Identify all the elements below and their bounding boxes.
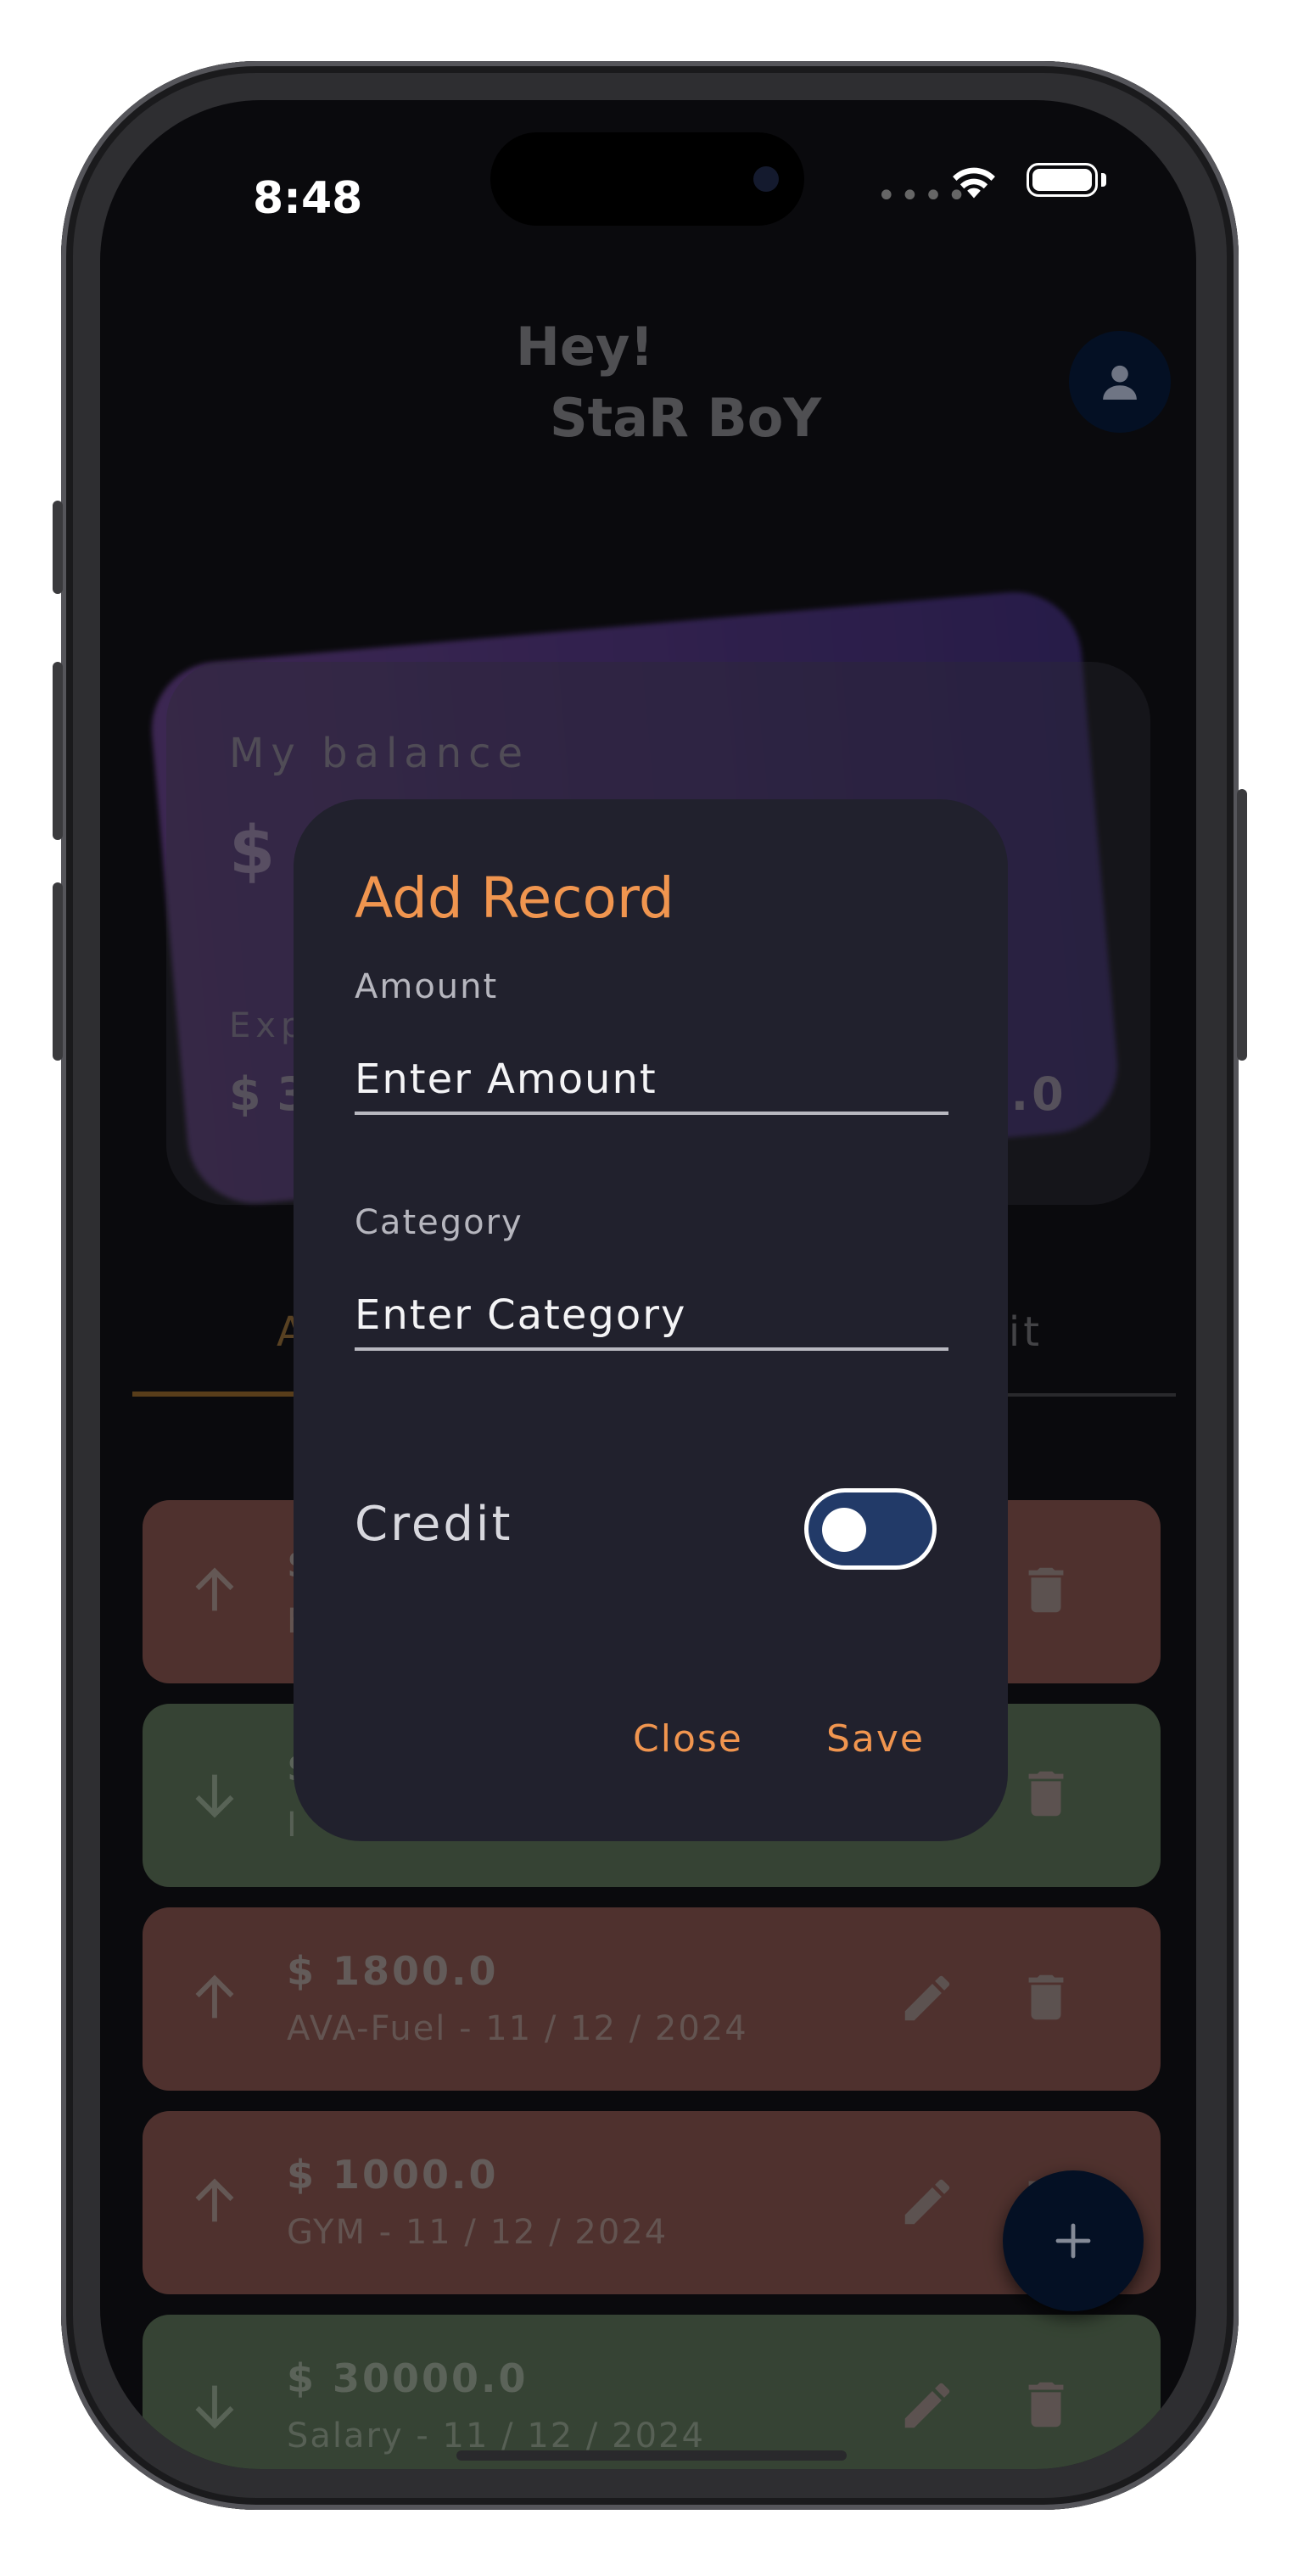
dynamic-island bbox=[490, 132, 804, 226]
amount-label: Amount bbox=[355, 967, 499, 1006]
battery-fill bbox=[1032, 169, 1092, 191]
power-button bbox=[1237, 789, 1247, 1061]
credit-toggle[interactable] bbox=[804, 1488, 937, 1570]
status-time: 8:48 bbox=[253, 173, 363, 224]
category-label: Category bbox=[355, 1203, 523, 1242]
battery-icon bbox=[1027, 163, 1098, 197]
volume-up-button bbox=[53, 662, 63, 840]
save-button[interactable]: Save bbox=[826, 1717, 925, 1761]
camera-icon bbox=[753, 166, 779, 192]
dialog-title: Add Record bbox=[355, 865, 674, 931]
credit-label: Credit bbox=[355, 1497, 513, 1552]
battery-tip bbox=[1101, 173, 1106, 187]
screen: Hey! StaR BoY My balance $ Exp $ 3 0.0 A… bbox=[100, 100, 1196, 2469]
action-button bbox=[53, 501, 63, 594]
amount-input[interactable] bbox=[355, 1047, 948, 1115]
toggle-knob bbox=[822, 1508, 866, 1552]
volume-down-button bbox=[53, 882, 63, 1061]
wifi-icon bbox=[953, 167, 995, 199]
close-button[interactable]: Close bbox=[633, 1717, 743, 1761]
add-record-dialog: Add Record Amount Category Credit Close … bbox=[294, 799, 1008, 1841]
category-input[interactable] bbox=[355, 1283, 948, 1351]
